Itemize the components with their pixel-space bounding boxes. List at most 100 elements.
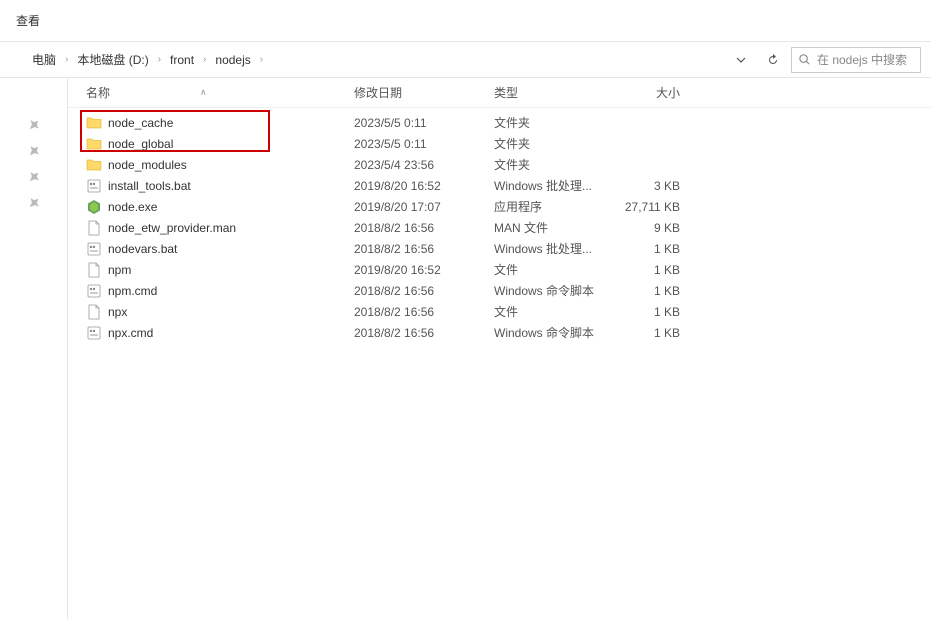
file-name-cell: node.exe — [86, 199, 354, 215]
search-placeholder: 在 nodejs 中搜索 — [817, 51, 907, 68]
chevron-right-icon: › — [155, 54, 164, 65]
file-date: 2019/8/20 16:52 — [354, 179, 494, 193]
file-date: 2018/8/2 16:56 — [354, 326, 494, 340]
file-size: 3 KB — [610, 179, 690, 193]
toolbar-right: 在 nodejs 中搜索 — [727, 47, 921, 73]
file-date: 2023/5/5 0:11 — [354, 137, 494, 151]
file-name-cell: node_cache — [86, 115, 354, 131]
column-date-label: 修改日期 — [354, 86, 402, 100]
chevron-right-icon: › — [62, 54, 71, 65]
node-icon — [86, 199, 102, 215]
file-name-label: node_global — [108, 137, 173, 151]
pin-icon[interactable] — [24, 115, 44, 135]
chevron-right-icon: › — [257, 54, 266, 65]
breadcrumb-item[interactable]: nodejs — [209, 51, 256, 69]
file-name-label: nodevars.bat — [108, 242, 177, 256]
file-name-cell: npm.cmd — [86, 283, 354, 299]
file-row[interactable]: node_cache2023/5/5 0:11文件夹 — [68, 112, 931, 133]
breadcrumb-item[interactable]: front — [164, 51, 200, 69]
file-name-label: install_tools.bat — [108, 179, 191, 193]
file-row[interactable]: npm.cmd2018/8/2 16:56Windows 命令脚本1 KB — [68, 280, 931, 301]
file-row[interactable]: node.exe2019/8/20 17:07应用程序27,711 KB — [68, 196, 931, 217]
ribbon-tab-bar: 查看 — [0, 0, 931, 42]
file-name-label: node_modules — [108, 158, 187, 172]
file-date: 2023/5/4 23:56 — [354, 158, 494, 172]
pin-icon[interactable] — [24, 167, 44, 187]
file-type: 文件夹 — [494, 114, 610, 131]
file-row[interactable]: install_tools.bat 2019/8/20 16:52Windows … — [68, 175, 931, 196]
file-name-label: npm.cmd — [108, 284, 157, 298]
file-type: 文件夹 — [494, 135, 610, 152]
file-date: 2018/8/2 16:56 — [354, 221, 494, 235]
refresh-icon — [766, 53, 780, 67]
file-date: 2019/8/20 16:52 — [354, 263, 494, 277]
file-name-cell: npm — [86, 262, 354, 278]
chevron-right-icon: › — [200, 54, 209, 65]
column-headers: 名称 ∧ 修改日期 类型 大小 — [68, 78, 931, 108]
file-type: Windows 批处理... — [494, 240, 610, 257]
file-icon — [86, 304, 102, 320]
dropdown-button[interactable] — [727, 47, 755, 73]
file-date: 2018/8/2 16:56 — [354, 242, 494, 256]
file-type: Windows 命令脚本 — [494, 282, 610, 299]
file-type: 文件 — [494, 303, 610, 320]
file-size: 1 KB — [610, 242, 690, 256]
tab-view[interactable]: 查看 — [16, 12, 40, 29]
file-row[interactable]: npx 2018/8/2 16:56文件1 KB — [68, 301, 931, 322]
toolbar: 电脑›本地磁盘 (D:)›front›nodejs› 在 nodejs 中搜索 — [0, 42, 931, 78]
file-row[interactable]: node_etw_provider.man 2018/8/2 16:56MAN 文… — [68, 217, 931, 238]
file-name-label: node_cache — [108, 116, 173, 130]
column-size-label: 大小 — [656, 86, 680, 100]
breadcrumb: 电脑›本地磁盘 (D:)›front›nodejs› — [26, 49, 727, 70]
column-type[interactable]: 类型 — [494, 84, 610, 101]
cmd-icon — [86, 325, 102, 341]
file-size: 1 KB — [610, 263, 690, 277]
file-type: Windows 命令脚本 — [494, 324, 610, 341]
file-name-label: node.exe — [108, 200, 157, 214]
file-size: 9 KB — [610, 221, 690, 235]
file-name-cell: node_modules — [86, 157, 354, 173]
file-name-cell: nodevars.bat — [86, 241, 354, 257]
file-row[interactable]: nodevars.bat 2018/8/2 16:56Windows 批处理...… — [68, 238, 931, 259]
quick-access-sidebar — [0, 78, 68, 619]
file-icon — [86, 262, 102, 278]
column-size[interactable]: 大小 — [610, 84, 690, 101]
breadcrumb-item[interactable]: 电脑 — [26, 49, 62, 70]
file-row[interactable]: npm2019/8/20 16:52文件1 KB — [68, 259, 931, 280]
sort-indicator-icon: ∧ — [200, 87, 207, 98]
file-size: 1 KB — [610, 305, 690, 319]
column-name-label: 名称 — [86, 84, 110, 101]
file-name-label: node_etw_provider.man — [108, 221, 236, 235]
content-area: 名称 ∧ 修改日期 类型 大小 node_cache2023/5/5 0:11文… — [0, 78, 931, 619]
file-date: 2018/8/2 16:56 — [354, 305, 494, 319]
column-name[interactable]: 名称 ∧ — [86, 84, 354, 101]
file-name-cell: npx — [86, 304, 354, 320]
file-items: node_cache2023/5/5 0:11文件夹node_global202… — [68, 108, 931, 343]
file-date: 2019/8/20 17:07 — [354, 200, 494, 214]
search-input[interactable]: 在 nodejs 中搜索 — [791, 47, 921, 73]
file-type: 文件夹 — [494, 156, 610, 173]
file-name-cell: node_global — [86, 136, 354, 152]
file-size: 1 KB — [610, 326, 690, 340]
bat-icon — [86, 178, 102, 194]
folder-icon — [86, 115, 102, 131]
file-list: 名称 ∧ 修改日期 类型 大小 node_cache2023/5/5 0:11文… — [68, 78, 931, 619]
file-name-label: npx — [108, 305, 127, 319]
breadcrumb-item[interactable]: 本地磁盘 (D:) — [71, 49, 154, 70]
file-icon — [86, 220, 102, 236]
file-type: Windows 批处理... — [494, 177, 610, 194]
folder-icon — [86, 136, 102, 152]
search-icon — [798, 53, 811, 66]
pin-icon[interactable] — [24, 193, 44, 213]
file-size: 1 KB — [610, 284, 690, 298]
column-type-label: 类型 — [494, 86, 518, 100]
file-row[interactable]: node_global 2023/5/5 0:11文件夹 — [68, 133, 931, 154]
file-name-cell: install_tools.bat — [86, 178, 354, 194]
file-row[interactable]: npx.cmd2018/8/2 16:56Windows 命令脚本1 KB — [68, 322, 931, 343]
column-date[interactable]: 修改日期 — [354, 84, 494, 101]
chevron-down-icon — [736, 57, 746, 63]
refresh-button[interactable] — [759, 47, 787, 73]
pin-icon[interactable] — [24, 141, 44, 161]
file-row[interactable]: node_modules 2023/5/4 23:56文件夹 — [68, 154, 931, 175]
file-type: MAN 文件 — [494, 219, 610, 236]
